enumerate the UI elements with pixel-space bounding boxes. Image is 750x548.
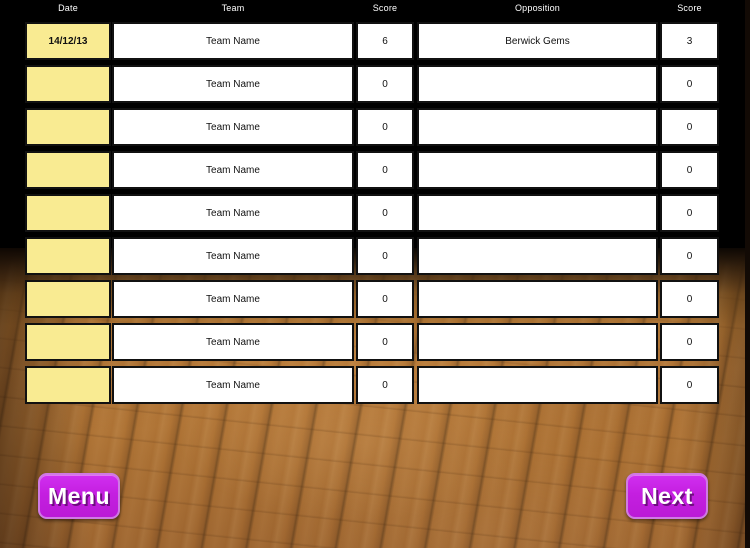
cell-opposition[interactable] (417, 65, 658, 103)
cell-team[interactable]: Team Name (112, 108, 354, 146)
cell-score-opposition[interactable]: 0 (660, 194, 719, 232)
column-header-score-opposition: Score (677, 3, 702, 13)
table-row: Team Name 0 0 (0, 194, 750, 232)
cell-team[interactable]: Team Name (112, 194, 354, 232)
cell-date[interactable] (25, 323, 111, 361)
cell-opposition[interactable] (417, 151, 658, 189)
column-header-team: Team (221, 3, 245, 13)
menu-button[interactable]: Menu (38, 473, 120, 519)
cell-score-team[interactable]: 0 (356, 237, 414, 275)
cell-opposition[interactable] (417, 280, 658, 318)
cell-score-team[interactable]: 0 (356, 366, 414, 404)
cell-score-opposition[interactable]: 3 (660, 22, 719, 60)
cell-opposition[interactable] (417, 323, 658, 361)
cell-date[interactable] (25, 151, 111, 189)
cell-score-opposition[interactable]: 0 (660, 280, 719, 318)
cell-team[interactable]: Team Name (112, 22, 354, 60)
cell-date[interactable] (25, 108, 111, 146)
table-row: Team Name 0 0 (0, 65, 750, 103)
cell-date[interactable] (25, 237, 111, 275)
table-row: Team Name 0 0 (0, 237, 750, 275)
cell-team[interactable]: Team Name (112, 323, 354, 361)
cell-score-team[interactable]: 0 (356, 194, 414, 232)
table-row: 14/12/13 Team Name 6 Berwick Gems 3 (0, 22, 750, 60)
cell-opposition[interactable] (417, 366, 658, 404)
table-row: Team Name 0 0 (0, 323, 750, 361)
cell-score-team[interactable]: 0 (356, 280, 414, 318)
cell-team[interactable]: Team Name (112, 366, 354, 404)
table-row: Team Name 0 0 (0, 108, 750, 146)
cell-score-opposition[interactable]: 0 (660, 65, 719, 103)
cell-score-opposition[interactable]: 0 (660, 237, 719, 275)
cell-score-team[interactable]: 0 (356, 65, 414, 103)
table-header-row: Date Team Score Opposition Score (0, 0, 750, 22)
column-header-score-team: Score (372, 3, 398, 13)
cell-opposition[interactable] (417, 194, 658, 232)
cell-score-team[interactable]: 0 (356, 108, 414, 146)
column-header-date: Date (58, 3, 78, 13)
table-row: Team Name 0 0 (0, 151, 750, 189)
cell-score-team[interactable]: 0 (356, 151, 414, 189)
column-header-opposition: Opposition (514, 3, 561, 13)
cell-date[interactable] (25, 280, 111, 318)
cell-score-opposition[interactable]: 0 (660, 366, 719, 404)
scores-table: Date Team Score Opposition Score 14/12/1… (0, 0, 750, 409)
cell-score-team[interactable]: 6 (356, 22, 414, 60)
cell-opposition[interactable] (417, 108, 658, 146)
cell-date[interactable]: 14/12/13 (25, 22, 111, 60)
cell-team[interactable]: Team Name (112, 237, 354, 275)
cell-score-opposition[interactable]: 0 (660, 151, 719, 189)
cell-opposition[interactable] (417, 237, 658, 275)
cell-score-team[interactable]: 0 (356, 323, 414, 361)
cell-date[interactable] (25, 65, 111, 103)
cell-score-opposition[interactable]: 0 (660, 108, 719, 146)
cell-team[interactable]: Team Name (112, 65, 354, 103)
table-rows-container: 14/12/13 Team Name 6 Berwick Gems 3 Team Name… (0, 22, 750, 404)
cell-team[interactable]: Team Name (112, 280, 354, 318)
cell-date[interactable] (25, 366, 111, 404)
next-button[interactable]: Next (626, 473, 708, 519)
cell-opposition[interactable]: Berwick Gems (417, 22, 658, 60)
table-row: Team Name 0 0 (0, 280, 750, 318)
cell-team[interactable]: Team Name (112, 151, 354, 189)
cell-score-opposition[interactable]: 0 (660, 323, 719, 361)
table-row: Team Name 0 0 (0, 366, 750, 404)
app-screen: Date Team Score Opposition Score 14/12/1… (0, 0, 750, 548)
cell-date[interactable] (25, 194, 111, 232)
